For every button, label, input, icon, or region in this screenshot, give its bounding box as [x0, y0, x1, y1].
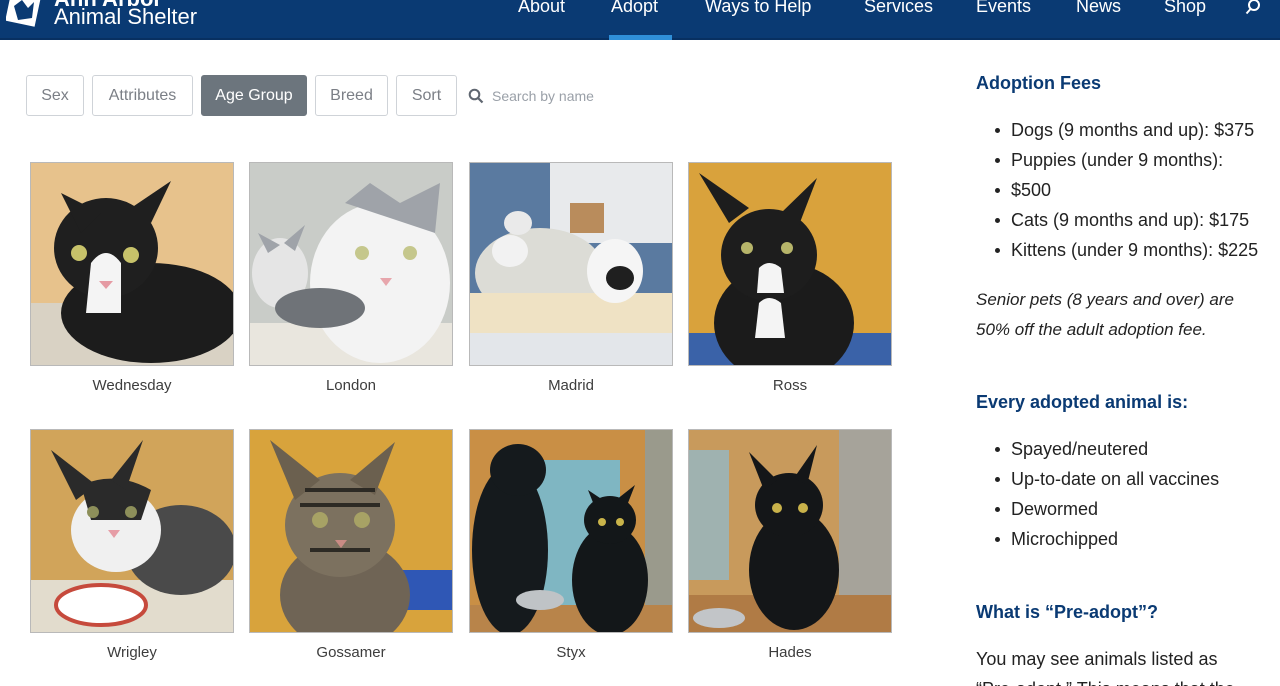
pet-photo[interactable]	[30, 162, 234, 366]
pet-card[interactable]: Hades	[688, 429, 892, 661]
included-item: Up-to-date on all vaccines	[994, 464, 1219, 494]
fee-item-continued: $500	[994, 175, 1258, 205]
filter-age-group-button[interactable]: Age Group	[201, 75, 307, 116]
adoption-fees-heading: Adoption Fees	[976, 73, 1101, 93]
pet-name[interactable]: Gossamer	[249, 644, 453, 661]
pet-name[interactable]: Styx	[469, 644, 673, 661]
pre-adopt-heading: What is “Pre-adopt”?	[976, 602, 1159, 622]
nav-adopt[interactable]: Adopt	[611, 0, 658, 17]
pet-name[interactable]: Madrid	[469, 377, 673, 394]
fee-item: Kittens (under 9 months): $225	[994, 235, 1258, 265]
nav-services[interactable]: Services	[864, 0, 933, 17]
senior-note-line: Senior pets (8 years and over) are	[976, 290, 1234, 309]
nav-about[interactable]: About	[518, 0, 565, 17]
included-services-list: Spayed/neutered Up-to-date on all vaccin…	[994, 434, 1219, 554]
included-item: Spayed/neutered	[994, 434, 1219, 464]
pet-card[interactable]: Wednesday	[30, 162, 234, 394]
nav-active-indicator	[609, 35, 672, 40]
site-header: Ann Arbor Animal Shelter About Adopt Way…	[0, 0, 1280, 40]
fee-item: Puppies (under 9 months):	[994, 145, 1258, 175]
pet-name[interactable]: Ross	[688, 377, 892, 394]
pet-photo[interactable]	[469, 162, 673, 366]
pet-card[interactable]: Madrid	[469, 162, 673, 394]
pet-name[interactable]: Wrigley	[30, 644, 234, 661]
search-icon[interactable]	[1245, 0, 1263, 16]
nav-events[interactable]: Events	[976, 0, 1031, 17]
pre-adopt-line: You may see animals listed as	[976, 649, 1218, 669]
pet-search	[468, 82, 668, 110]
search-by-name-input[interactable]	[492, 82, 662, 110]
filter-breed-button[interactable]: Breed	[315, 75, 388, 116]
pet-card[interactable]: Gossamer	[249, 429, 453, 661]
pet-photo[interactable]	[30, 429, 234, 633]
pet-photo[interactable]	[469, 429, 673, 633]
pre-adopt-line: “Pre-adopt.” This means that the	[976, 674, 1276, 686]
filter-sex-button[interactable]: Sex	[26, 75, 84, 116]
nav-ways-to-help[interactable]: Ways to Help	[705, 0, 811, 17]
fee-item: Cats (9 months and up): $175	[994, 205, 1258, 235]
pet-card[interactable]: London	[249, 162, 453, 394]
pet-card[interactable]: Wrigley	[30, 429, 234, 661]
shelter-logo-icon[interactable]	[6, 0, 42, 28]
senior-note-line: 50% off the adult adoption fee.	[976, 320, 1207, 339]
pet-name[interactable]: Wednesday	[30, 377, 234, 394]
pet-card[interactable]: Ross	[688, 162, 892, 394]
senior-discount-note: Senior pets (8 years and over) are 50% o…	[976, 285, 1256, 345]
nav-shop[interactable]: Shop	[1164, 0, 1206, 17]
pet-photo[interactable]	[249, 162, 453, 366]
fees-list: Dogs (9 months and up): $375 Puppies (un…	[994, 115, 1258, 265]
sort-button[interactable]: Sort	[396, 75, 457, 116]
filter-attributes-button[interactable]: Attributes	[92, 75, 193, 116]
every-adopted-heading: Every adopted animal is:	[976, 392, 1189, 412]
fee-item: Dogs (9 months and up): $375	[994, 115, 1258, 145]
pet-photo[interactable]	[249, 429, 453, 633]
pet-name[interactable]: London	[249, 377, 453, 394]
search-icon	[468, 88, 484, 104]
pet-card[interactable]: Styx	[469, 429, 673, 661]
included-item: Dewormed	[994, 494, 1219, 524]
brand-name[interactable]: Animal Shelter	[54, 4, 197, 30]
pet-photo[interactable]	[688, 429, 892, 633]
pet-name[interactable]: Hades	[688, 644, 892, 661]
pet-photo[interactable]	[688, 162, 892, 366]
included-item: Microchipped	[994, 524, 1219, 554]
nav-news[interactable]: News	[1076, 0, 1121, 17]
pre-adopt-text: You may see animals listed as “Pre-adopt…	[976, 644, 1276, 686]
